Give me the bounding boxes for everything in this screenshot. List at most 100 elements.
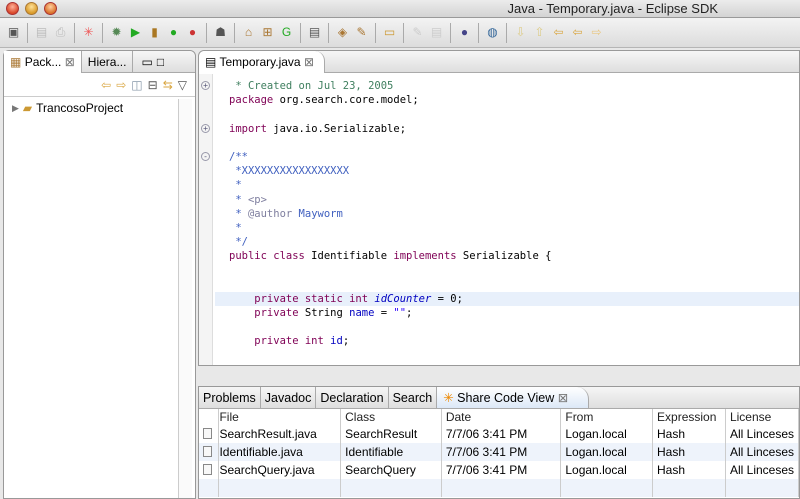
maximize-icon[interactable]: □ (157, 55, 164, 69)
new-item-icon[interactable]: G (279, 25, 294, 40)
table-cell: Logan.local (560, 461, 654, 479)
folder-icon[interactable]: ▭ (382, 25, 397, 40)
code-line[interactable]: private int id; (215, 334, 799, 348)
link-editor-icon[interactable]: ⇆ (163, 78, 173, 92)
code-token: * (229, 193, 248, 206)
code-token: ; (342, 335, 350, 348)
open-folder-icon[interactable]: ◈ (335, 25, 350, 40)
tab-label: Hiera... (87, 54, 127, 69)
code-line[interactable]: private String name = ""; (215, 306, 799, 320)
code-line[interactable] (215, 263, 799, 277)
save-icon[interactable]: ▤ (34, 25, 49, 40)
table-row[interactable]: Identifiable.java Identifiable 7/7/06 3:41… (199, 443, 800, 461)
code-line[interactable]: */ (215, 235, 799, 249)
tab-share-code-view[interactable]: ✳ Share Code View ⊠ (437, 387, 590, 408)
column-header-from[interactable]: From (560, 409, 654, 425)
table-row[interactable]: SearchQuery.java SearchQuery 7/7/06 3:41 P… (199, 461, 800, 479)
copy-icon[interactable]: ▤ (429, 25, 444, 40)
close-icon[interactable]: ⊠ (65, 55, 75, 69)
tab-problems[interactable]: Problems (199, 387, 261, 408)
column-header-date[interactable]: Date (441, 409, 562, 425)
tab-hierarchy[interactable]: Hiera... (82, 50, 134, 73)
code-line[interactable]: * (215, 221, 799, 235)
print-icon[interactable]: ⎙ (53, 25, 68, 40)
profile-icon[interactable]: ▮ (147, 25, 162, 40)
globe-icon[interactable]: ◍ (485, 25, 500, 40)
last-edit-icon[interactable]: ⇦ (551, 25, 566, 40)
expand-fold-icon[interactable]: + (201, 81, 210, 90)
close-icon[interactable]: ⊠ (558, 391, 568, 405)
code-line[interactable] (215, 278, 799, 292)
code-line[interactable]: * <p> (215, 193, 799, 207)
code-token: /** (229, 150, 248, 163)
code-line[interactable]: - /** (201, 150, 799, 164)
back-icon[interactable]: ⇦ (101, 78, 111, 92)
code-area[interactable]: + * Created on Jul 23, 2005 package org.s… (201, 79, 799, 349)
close-icon[interactable]: ⊠ (304, 55, 314, 69)
code-line[interactable]: * (215, 178, 799, 192)
code-token: * Created on Jul 23, 2005 (229, 80, 394, 92)
open-type-icon[interactable]: ▤ (307, 25, 322, 40)
search-person-icon[interactable]: ☗ (213, 25, 228, 40)
collapse-all-icon[interactable]: ⊟ (148, 78, 158, 92)
highlight-icon[interactable]: ✎ (410, 25, 425, 40)
code-token: package (229, 94, 274, 107)
column-header-expression[interactable]: Expression (652, 409, 726, 425)
code-line[interactable]: * @author Mayworm (215, 207, 799, 221)
back-icon[interactable]: ⇦ (570, 25, 585, 40)
run-icon[interactable]: ▶ (128, 25, 143, 40)
code-line[interactable] (215, 320, 799, 334)
code-line[interactable]: package org.search.core.model; (215, 93, 799, 107)
vertical-scrollbar[interactable] (178, 99, 192, 498)
tab-search[interactable]: Search (389, 387, 438, 408)
tab-declaration[interactable]: Declaration (316, 387, 389, 408)
code-line[interactable]: + * Created on Jul 23, 2005 (201, 79, 799, 93)
new-class-icon[interactable]: ⊞ (260, 25, 275, 40)
column-header-license[interactable]: License (725, 409, 800, 425)
tab-package-explorer[interactable]: ▦ Pack... ⊠ (4, 50, 82, 73)
share-code-icon[interactable]: ✳ (81, 25, 96, 40)
tab-label: Pack... (24, 54, 62, 69)
prev-annotation-icon[interactable]: ⇧ (532, 25, 547, 40)
minimize-icon[interactable]: ▭ (141, 55, 152, 69)
table-cell: Hash (652, 443, 726, 461)
new-package-icon[interactable]: ⌂ (241, 25, 256, 40)
minimize-window-button[interactable] (25, 2, 38, 15)
code-line[interactable]: + import java.io.Serializable; (201, 122, 799, 136)
column-header-class[interactable]: Class (340, 409, 442, 425)
column-header-file[interactable]: File (218, 409, 342, 425)
zoom-window-button[interactable] (44, 2, 57, 15)
file-icon (203, 428, 212, 439)
forward-icon[interactable]: ⇨ (589, 25, 604, 40)
forward-icon[interactable]: ⇨ (116, 78, 126, 92)
code-line[interactable]: *XXXXXXXXXXXXXXXXX (215, 164, 799, 178)
table-row[interactable]: SearchResult.java SearchResult 7/7/06 3:41… (199, 425, 800, 443)
view-menu-icon[interactable]: ▽ (178, 78, 187, 92)
code-line[interactable] (215, 107, 799, 121)
code-token: idCounter (374, 292, 432, 305)
pencil-icon[interactable]: ✎ (354, 25, 369, 40)
globe-dark-icon[interactable]: ● (457, 25, 472, 40)
next-annotation-icon[interactable]: ⇩ (513, 25, 528, 40)
collapse-fold-icon[interactable]: - (201, 151, 210, 161)
external-tools-icon[interactable]: ● (166, 25, 181, 40)
tab-temporary-java[interactable]: ▤ Temporary.java ⊠ (199, 51, 326, 73)
tab-label: Temporary.java (219, 55, 301, 69)
expand-arrow-icon[interactable]: ▶ (12, 103, 19, 114)
run-config-icon[interactable]: ● (185, 25, 200, 40)
icon-cell (199, 425, 220, 443)
debug-icon[interactable]: ✹ (109, 25, 124, 40)
up-icon[interactable]: ◫ (131, 78, 142, 92)
expand-fold-icon[interactable]: + (201, 123, 210, 133)
tree-item-project[interactable]: ▶ ▰ TrancosoProject (4, 97, 195, 119)
code-line[interactable] (215, 136, 799, 150)
code-line[interactable]: private static int idCounter = 0; (215, 291, 799, 306)
code-line[interactable]: public class Identifiable implements Ser… (215, 249, 799, 263)
close-window-button[interactable] (6, 2, 19, 15)
tab-javadoc[interactable]: Javadoc (261, 387, 317, 408)
tree-item-label: TrancosoProject (36, 101, 124, 115)
code-token: String (298, 307, 350, 319)
code-editor[interactable]: ▤ Temporary.java ⊠ + * Created on Jul 23… (198, 50, 800, 366)
code-token: * (229, 207, 248, 220)
new-icon[interactable]: ▣ (6, 25, 21, 40)
